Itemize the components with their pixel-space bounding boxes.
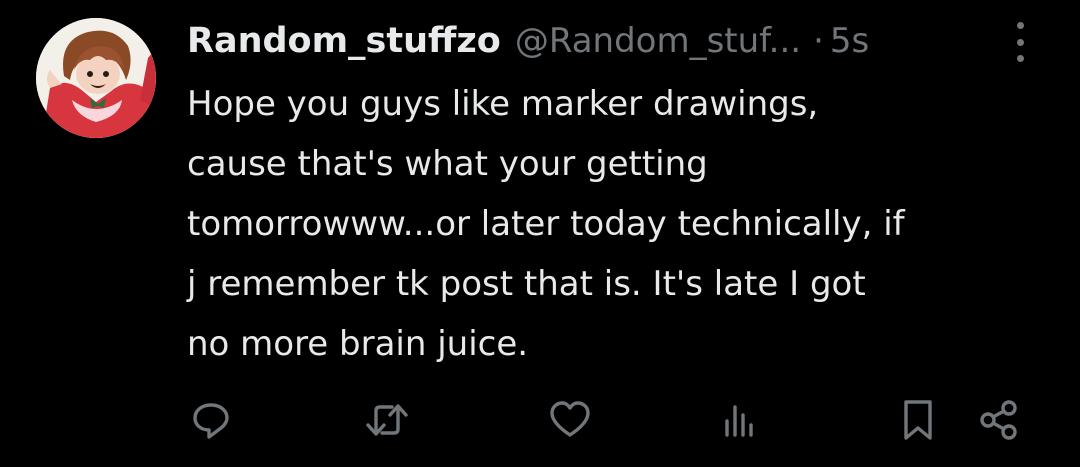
share-button[interactable]	[974, 395, 1024, 445]
tweet-header: Random_stuffzo @Random_stuf... · 5s	[187, 16, 869, 66]
handle[interactable]: @Random_stuf...	[515, 16, 801, 66]
share-icon	[980, 400, 1017, 440]
reply-icon	[193, 403, 229, 439]
like-button[interactable]	[545, 395, 595, 445]
tweet-text-line: no more brain juice.	[187, 324, 529, 364]
tweet-text-line: Hope you guys like marker drawings,	[187, 84, 819, 124]
analytics-icon	[725, 405, 753, 437]
action-bar	[0, 395, 1080, 445]
heart-icon	[550, 401, 590, 437]
avatar[interactable]	[36, 18, 156, 138]
separator-dot: ·	[813, 21, 824, 61]
bookmark-button[interactable]	[893, 395, 943, 445]
tweet-text: Hope you guys like marker drawings, caus…	[187, 74, 1067, 374]
more-options-icon[interactable]	[1008, 22, 1032, 62]
reply-button[interactable]	[186, 395, 236, 445]
tweet-text-line: j remember tk post that is. It's late I …	[187, 264, 866, 304]
retweet-button[interactable]	[362, 395, 412, 445]
tweet-text-line: cause that's what your getting	[187, 144, 708, 184]
bookmark-icon	[904, 400, 932, 440]
retweet-icon	[366, 404, 408, 436]
tweet[interactable]: Random_stuffzo @Random_stuf... · 5s Hope…	[0, 0, 1080, 467]
timestamp[interactable]: 5s	[830, 16, 869, 66]
tweet-text-line: tomorrowww...or later today technically,…	[187, 204, 905, 244]
avatar-drawing	[36, 18, 156, 138]
display-name[interactable]: Random_stuffzo	[187, 16, 501, 66]
views-button[interactable]	[714, 395, 764, 445]
